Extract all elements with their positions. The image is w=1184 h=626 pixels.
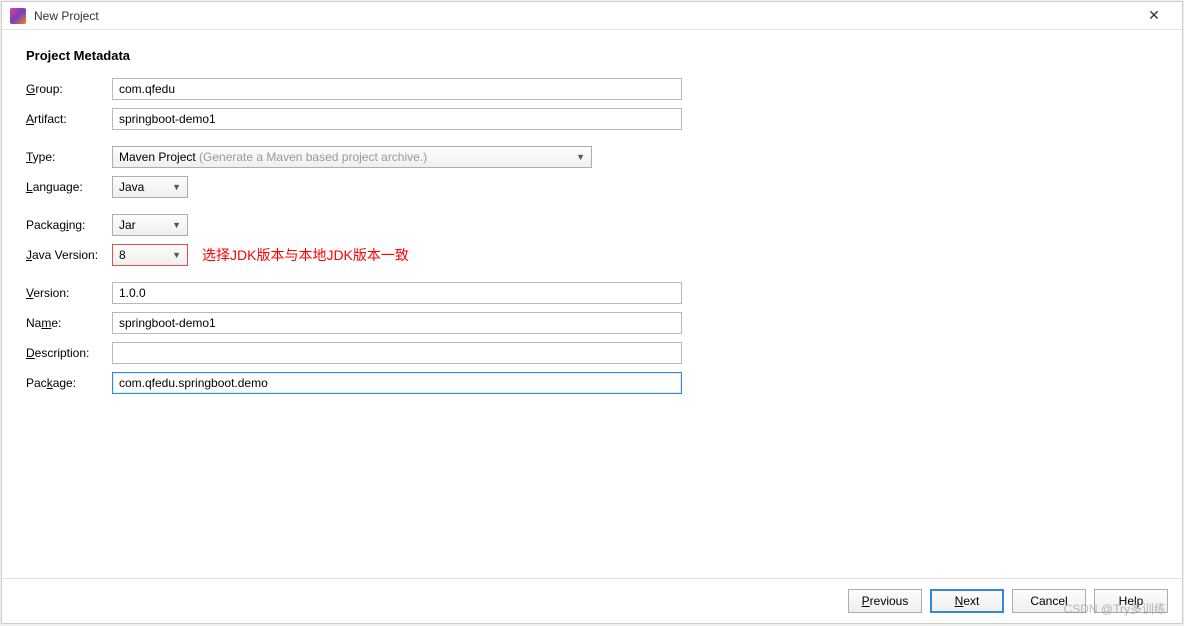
group-input[interactable]: [112, 78, 682, 100]
row-description: Description:: [26, 341, 1158, 365]
window-title: New Project: [34, 9, 1134, 23]
label-type: Type:: [26, 150, 112, 164]
label-language: Language:: [26, 180, 112, 194]
dialog-footer: Previous Next Cancel Help: [2, 578, 1182, 623]
language-value: Java: [119, 180, 164, 194]
new-project-dialog: New Project ✕ Project Metadata Group: Ar…: [1, 1, 1183, 624]
next-button[interactable]: Next: [930, 589, 1004, 613]
label-artifact: Artifact:: [26, 112, 112, 126]
label-description: Description:: [26, 346, 112, 360]
row-language: Language: Java ▼: [26, 175, 1158, 199]
row-name: Name:: [26, 311, 1158, 335]
label-group: Group:: [26, 82, 112, 96]
packaging-select[interactable]: Jar ▼: [112, 214, 188, 236]
row-artifact: Artifact:: [26, 107, 1158, 131]
row-java-version: Java Version: 8 ▼ 选择JDK版本与本地JDK版本一致: [26, 243, 1158, 267]
type-hint: (Generate a Maven based project archive.…: [196, 150, 427, 164]
jdk-annotation: 选择JDK版本与本地JDK版本一致: [202, 245, 409, 265]
name-input[interactable]: [112, 312, 682, 334]
type-value: Maven Project: [119, 150, 196, 164]
btn-next-rest: ext: [963, 594, 979, 608]
label-version: Version:: [26, 286, 112, 300]
dialog-content: Project Metadata Group: Artifact: Type: …: [2, 30, 1182, 578]
chevron-down-icon: ▼: [576, 152, 585, 162]
app-icon: [10, 8, 26, 24]
chevron-down-icon: ▼: [172, 182, 181, 192]
package-input[interactable]: [112, 372, 682, 394]
row-group: Group:: [26, 77, 1158, 101]
chevron-down-icon: ▼: [172, 250, 181, 260]
label-packaging: Packaging:: [26, 218, 112, 232]
row-version: Version:: [26, 281, 1158, 305]
label-package: Package:: [26, 376, 112, 390]
section-title: Project Metadata: [26, 48, 1158, 63]
artifact-input[interactable]: [112, 108, 682, 130]
row-packaging: Packaging: Jar ▼: [26, 213, 1158, 237]
cancel-button[interactable]: Cancel: [1012, 589, 1086, 613]
java-version-select[interactable]: 8 ▼: [112, 244, 188, 266]
language-select[interactable]: Java ▼: [112, 176, 188, 198]
label-name: Name:: [26, 316, 112, 330]
label-java-version: Java Version:: [26, 248, 112, 262]
packaging-value: Jar: [119, 218, 164, 232]
btn-prev-rest: revious: [870, 594, 909, 608]
type-select[interactable]: Maven Project (Generate a Maven based pr…: [112, 146, 592, 168]
chevron-down-icon: ▼: [172, 220, 181, 230]
previous-button[interactable]: Previous: [848, 589, 922, 613]
help-button[interactable]: Help: [1094, 589, 1168, 613]
close-icon[interactable]: ✕: [1134, 4, 1174, 28]
row-package: Package:: [26, 371, 1158, 395]
version-input[interactable]: [112, 282, 682, 304]
titlebar: New Project ✕: [2, 2, 1182, 30]
row-type: Type: Maven Project (Generate a Maven ba…: [26, 145, 1158, 169]
description-input[interactable]: [112, 342, 682, 364]
java-version-value: 8: [119, 248, 164, 262]
